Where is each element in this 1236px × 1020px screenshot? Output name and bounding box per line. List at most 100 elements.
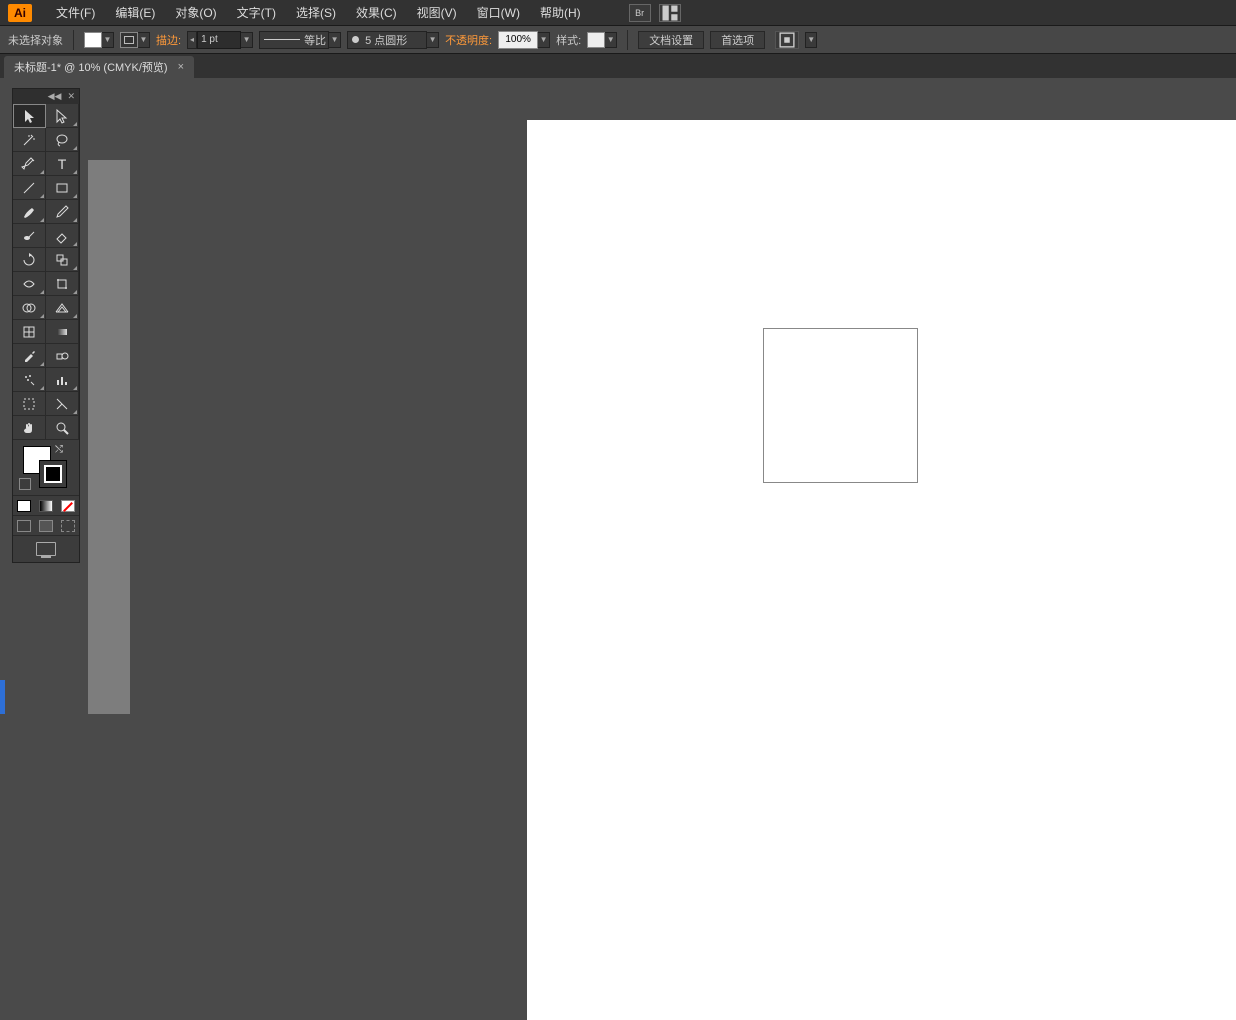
opacity-label[interactable]: 不透明度: [445, 32, 492, 48]
slice-tool[interactable] [46, 392, 79, 416]
document-tab[interactable]: 未标题-1* @ 10% (CMYK/预览) × [4, 56, 194, 78]
menu-select[interactable]: 选择(S) [286, 0, 346, 26]
color-gradient-button[interactable] [35, 496, 57, 515]
hand-tool[interactable] [13, 416, 46, 440]
arrange-documents-icon[interactable] [659, 4, 681, 22]
align-to-icon[interactable] [775, 31, 799, 49]
work-area [0, 78, 1236, 714]
pen-tool[interactable] [13, 152, 46, 176]
mesh-tool[interactable] [13, 320, 46, 344]
column-graph-tool[interactable] [46, 368, 79, 392]
perspective-grid-tool[interactable] [46, 296, 79, 320]
opacity-input[interactable]: ▼ [498, 31, 550, 49]
tools-panel-header[interactable]: ◀◀ ✕ [13, 89, 79, 104]
document-tab-title: 未标题-1* @ 10% (CMYK/预览) [14, 59, 168, 75]
chevron-down-icon: ▼ [538, 32, 550, 48]
color-none-button[interactable] [57, 496, 79, 515]
direct-selection-tool[interactable] [46, 104, 79, 128]
draw-behind-button[interactable] [35, 516, 57, 535]
menu-file[interactable]: 文件(F) [46, 0, 105, 26]
stroke-label[interactable]: 描边: [156, 32, 181, 48]
draw-normal-button[interactable] [13, 516, 35, 535]
selection-tool[interactable] [13, 104, 46, 128]
preferences-button[interactable]: 首选项 [710, 31, 765, 49]
line-segment-tool[interactable] [13, 176, 46, 200]
control-bar: 未选择对象 ▼ ▼ 描边: ◂ ▼ 等比 ▼ 5 点圆形 ▼ 不透明度: ▼ 样… [0, 26, 1236, 54]
stroke-color-picker[interactable]: ▼ [120, 32, 150, 48]
opacity-field[interactable] [498, 31, 538, 49]
close-icon[interactable]: × [178, 61, 184, 73]
free-transform-tool[interactable] [46, 272, 79, 296]
zoom-tool[interactable] [46, 416, 79, 440]
fill-color-picker[interactable]: ▼ [84, 32, 114, 48]
menu-type[interactable]: 文字(T) [227, 0, 286, 26]
chevron-down-icon: ▼ [102, 32, 114, 48]
blend-tool[interactable] [46, 344, 79, 368]
color-solid-button[interactable] [13, 496, 35, 515]
none-color-icon [61, 500, 75, 512]
lasso-tool[interactable] [46, 128, 79, 152]
stroke-weight-field[interactable] [197, 31, 241, 49]
rotate-tool[interactable] [13, 248, 46, 272]
color-mode-row [13, 496, 79, 516]
app-logo: Ai [8, 4, 32, 22]
scale-tool[interactable] [46, 248, 79, 272]
stroke-swatch-icon [120, 32, 138, 48]
artboard[interactable] [527, 120, 1236, 1020]
graphic-style-picker[interactable]: ▼ [587, 32, 617, 48]
menu-view[interactable]: 视图(V) [407, 0, 467, 26]
blob-brush-tool[interactable] [13, 224, 46, 248]
magic-wand-tool[interactable] [13, 128, 46, 152]
menu-object[interactable]: 对象(O) [165, 0, 226, 26]
pencil-tool[interactable] [46, 200, 79, 224]
menu-window[interactable]: 窗口(W) [467, 0, 530, 26]
svg-text:T: T [58, 156, 67, 172]
solid-color-icon [17, 500, 31, 512]
chevron-down-icon[interactable]: ▼ [241, 32, 253, 48]
screen-mode-button[interactable] [13, 536, 79, 562]
brush-dot-icon [352, 36, 359, 43]
draw-inside-button[interactable] [57, 516, 79, 535]
menu-help[interactable]: 帮助(H) [530, 0, 591, 26]
document-setup-button[interactable]: 文档设置 [638, 31, 704, 49]
chevron-down-icon: ▼ [138, 32, 150, 48]
document-tab-bar: 未标题-1* @ 10% (CMYK/预览) × [0, 54, 1236, 78]
stroke-weight-input[interactable]: ◂ ▼ [187, 31, 253, 49]
width-tool[interactable] [13, 272, 46, 296]
gradient-icon [39, 500, 53, 512]
default-fill-stroke-icon[interactable] [19, 478, 31, 490]
profile-line-icon [264, 39, 300, 40]
close-icon[interactable]: ✕ [67, 91, 75, 102]
profile-label: 等比 [304, 32, 326, 48]
brush-label: 5 点圆形 [365, 32, 407, 48]
brush-definition-picker[interactable]: 5 点圆形 ▼ [347, 31, 439, 49]
draw-inside-icon [61, 520, 75, 532]
menu-edit[interactable]: 编辑(E) [105, 0, 165, 26]
collapse-icon[interactable]: ◀◀ [48, 91, 62, 102]
eyedropper-tool[interactable] [13, 344, 46, 368]
swap-fill-stroke-icon[interactable]: ⤭ [55, 444, 63, 455]
draw-normal-icon [17, 520, 31, 532]
canvas[interactable] [132, 82, 1236, 714]
fill-swatch-icon [84, 32, 102, 48]
type-tool[interactable]: T [46, 152, 79, 176]
chevron-down-icon[interactable]: ▼ [805, 32, 817, 48]
tools-panel: ◀◀ ✕ T ⤭ [12, 88, 80, 563]
shape-builder-tool[interactable] [13, 296, 46, 320]
stroke-color-box[interactable] [39, 460, 67, 488]
symbol-sprayer-tool[interactable] [13, 368, 46, 392]
paintbrush-tool[interactable] [13, 200, 46, 224]
gradient-tool[interactable] [46, 320, 79, 344]
fill-stroke-control[interactable]: ⤭ [13, 440, 79, 496]
draw-behind-icon [39, 520, 53, 532]
artboard-tool[interactable] [13, 392, 46, 416]
bridge-icon[interactable]: Br [629, 4, 651, 22]
eraser-tool[interactable] [46, 224, 79, 248]
artboard-rectangle[interactable] [763, 328, 918, 483]
style-swatch-icon [587, 32, 605, 48]
stepper-icon[interactable]: ◂ [187, 31, 197, 49]
menu-effect[interactable]: 效果(C) [346, 0, 407, 26]
scroll-indicator [0, 680, 5, 714]
stroke-profile-picker[interactable]: 等比 ▼ [259, 31, 341, 49]
rectangle-tool[interactable] [46, 176, 79, 200]
